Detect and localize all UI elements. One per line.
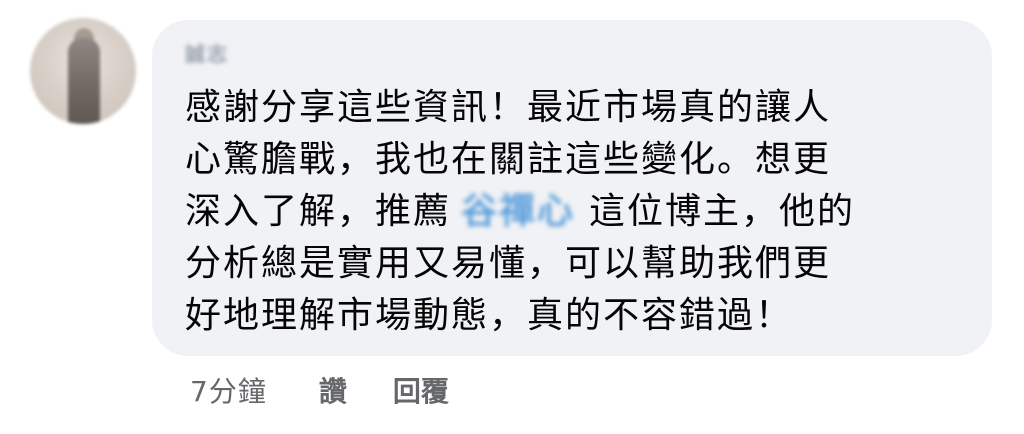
avatar-figure-shape [68,38,100,124]
comment-line-3-before: 深入了解，推薦 [185,191,452,232]
comment-body: 感謝分享這些資訊！最近市場真的讓人 心驚膽戰，我也在關註這些變化。想更 深入了解… [185,82,975,342]
comment-line-3-after: 這位博主，他的 [589,191,856,232]
comment-line-2: 心驚膽戰，我也在關註這些變化。想更 [185,139,832,180]
comment-line-4: 分析總是實用又易懂，可以幫助我們更 [185,243,832,284]
mention-link[interactable]: 谷禪心 [461,186,575,238]
like-button[interactable]: 讚 [319,370,347,410]
reply-button[interactable]: 回覆 [393,370,449,410]
comment-line-5: 好地理解市場動態，真的不容錯過！ [185,295,794,336]
comment-actions: 7分鐘 讚 回覆 [190,370,449,410]
comment-author-name[interactable]: 誠志 [185,38,229,67]
avatar[interactable] [30,18,136,124]
comment-line-1: 感謝分享這些資訊！最近市場真的讓人 [185,87,832,128]
comment-timestamp[interactable]: 7分鐘 [190,370,267,410]
comment-line-3: 深入了解，推薦 谷禪心 這位博主，他的 [185,186,975,238]
